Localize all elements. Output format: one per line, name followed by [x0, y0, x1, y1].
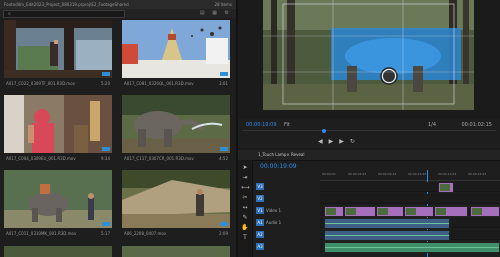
track-lock[interactable]: V2 [256, 195, 264, 202]
track-row[interactable] [320, 194, 500, 204]
video-clip[interactable] [404, 206, 434, 217]
track-name: Video 1 [266, 208, 282, 213]
project-tools[interactable]: ▤ ▦ ⚙ [200, 10, 232, 16]
tab-sequence[interactable]: 1_Touch Lamp× Reveal [258, 150, 305, 160]
video-clip[interactable] [470, 206, 500, 217]
clip-name: A017_C004_0309EU_001.R3D.mov [6, 156, 76, 161]
program-scrubber[interactable] [242, 129, 496, 135]
track-header[interactable]: V1 Video 1 [254, 206, 318, 215]
video-clip[interactable] [344, 206, 376, 217]
video-clip[interactable] [438, 182, 454, 193]
track-row[interactable] [320, 218, 500, 229]
razor-icon[interactable]: ✂ [241, 194, 249, 202]
project-path: Footed4m_Edit2023_Project_080319.prproj\… [4, 2, 129, 7]
clip-duration: 9:34 [101, 156, 110, 161]
track-lock[interactable]: A1 [256, 219, 264, 226]
timeline-panel: 1_Touch Lamp× Reveal ➤ ⇥ ⟷ ✂ ↔ ✎ ✋ T 00:… [238, 150, 500, 257]
clip-duration: 5:20 [101, 81, 110, 86]
audio-clip[interactable] [324, 242, 500, 253]
clip-name: A017_C081_0326QL_001.R3D.mov [124, 81, 194, 86]
track-row[interactable] [320, 182, 500, 193]
track-lock[interactable]: A2 [256, 231, 264, 238]
step-back-icon[interactable]: ◀ [318, 138, 329, 145]
clip-badge [102, 147, 110, 151]
timeline-tabs: 1_Touch Lamp× Reveal [238, 150, 500, 161]
playhead-marker[interactable] [322, 129, 326, 133]
clip-duration: 5:17 [101, 231, 110, 236]
track-lock[interactable]: V1 [256, 207, 264, 214]
clip-name: A017_C117_0307CR_001.R3D.mov [124, 156, 194, 161]
clip-thumbnail[interactable] [4, 246, 112, 257]
play-icon[interactable]: ▶ [329, 138, 340, 145]
search-input[interactable]: ⌕ [3, 10, 125, 18]
clip-badge [102, 72, 110, 76]
program-controls: 00:00:19:09 Fit 1/4 00:01:02:15 ◀▶▶↻ [238, 118, 500, 148]
ruler-tick: 00:00:24:23 [468, 172, 487, 176]
clip-badge [220, 147, 228, 151]
project-header: Footed4m_Edit2023_Project_080319.prproj\… [0, 0, 236, 9]
clip-badge [220, 222, 228, 226]
track-header[interactable]: V2 [254, 194, 318, 203]
audio-clip[interactable] [324, 218, 450, 229]
track-select-icon[interactable]: ⇥ [241, 174, 249, 182]
video-clip[interactable] [324, 206, 344, 217]
selection-tool-icon[interactable]: ➤ [241, 164, 249, 172]
program-video-frame[interactable] [263, 0, 474, 110]
ruler-tick: 00:00:00 [322, 172, 336, 176]
track-header[interactable]: A1 Audio 1 [254, 218, 318, 227]
type-icon[interactable]: T [241, 234, 249, 242]
slip-icon[interactable]: ↔ [241, 204, 249, 212]
audio-clip[interactable] [324, 230, 450, 241]
ruler-tick: 00:00:09:23 [378, 172, 397, 176]
track-name: Audio 1 [266, 220, 282, 225]
project-search-row: ⌕ ▤ ▦ ⚙ [0, 9, 236, 18]
clip-duration: 2:09 [219, 231, 228, 236]
clip-badge [220, 72, 228, 76]
timeline-ruler[interactable]: 00:00:00 00:00:04:23 00:00:09:23 00:00:1… [320, 170, 500, 257]
transport-controls[interactable]: ◀▶▶↻ [318, 138, 468, 146]
track-header[interactable]: A3 [254, 242, 318, 251]
track-header[interactable]: A2 [254, 230, 318, 239]
program-monitor: 00:00:19:09 Fit 1/4 00:01:02:15 ◀▶▶↻ [238, 0, 500, 148]
clip-duration: 3:01 [219, 81, 228, 86]
clip-badge [102, 222, 110, 226]
video-clip[interactable] [376, 206, 404, 217]
clip-name: A017_C011_0310MK_001.R3D.mov [6, 231, 77, 236]
program-timecode[interactable]: 00:00:19:09 [246, 122, 277, 128]
track-lock[interactable]: A3 [256, 243, 264, 250]
hand-icon[interactable]: ✋ [241, 224, 249, 232]
track-lock[interactable]: V3 [256, 183, 264, 190]
project-panel: Footed4m_Edit2023_Project_080319.prproj\… [0, 0, 238, 257]
track-row[interactable] [320, 206, 500, 217]
clip-duration: 4:52 [219, 156, 228, 161]
clip-name: A06_2208_0407.mov [124, 231, 167, 236]
search-icon: ⌕ [8, 11, 11, 17]
item-count: 28 Items [214, 2, 232, 7]
resolution-select[interactable]: 1/4 [428, 122, 436, 128]
clip-name: A017_C022_0309TF_001.R3D.mov [6, 81, 76, 86]
ruler-tick: 00:00:14:23 [408, 172, 427, 176]
track-row[interactable] [320, 230, 500, 241]
program-duration: 00:01:02:15 [461, 122, 492, 128]
clip-thumbnail[interactable] [122, 246, 230, 257]
video-clip[interactable] [434, 206, 468, 217]
zoom-fit-select[interactable]: Fit [284, 122, 290, 128]
track-header[interactable]: V3 [254, 182, 318, 191]
ruler-tick: 00:00:19:23 [438, 172, 457, 176]
ruler-tick: 00:00:04:23 [348, 172, 367, 176]
step-forward-icon[interactable]: ▶ [339, 138, 350, 145]
tool-strip: ➤ ⇥ ⟷ ✂ ↔ ✎ ✋ T [238, 160, 253, 257]
ripple-edit-icon[interactable]: ⟷ [241, 184, 250, 192]
timeline-timecode[interactable]: 00:00:19:09 [260, 163, 297, 170]
pen-icon[interactable]: ✎ [241, 214, 249, 222]
track-row[interactable] [320, 242, 500, 253]
loop-icon[interactable]: ↻ [350, 138, 361, 145]
